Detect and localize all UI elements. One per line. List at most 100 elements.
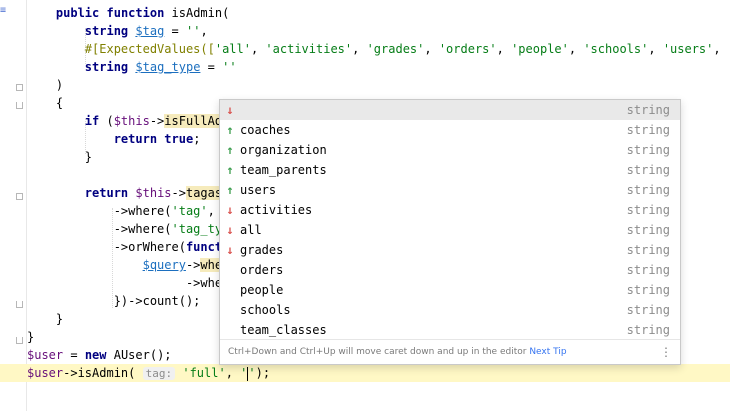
completion-item-type: string <box>626 323 670 337</box>
code-token: , <box>250 42 266 56</box>
code-token: -> <box>185 258 201 272</box>
completion-item-type: string <box>626 183 670 197</box>
arrow-up-icon: ↑ <box>226 123 234 137</box>
code-token: ->orWhere( <box>27 240 186 254</box>
code-token: 'grades' <box>366 42 425 56</box>
code-token: 'all' <box>214 42 251 56</box>
code-line[interactable]: ) <box>0 76 730 94</box>
code-token: '' <box>185 24 201 38</box>
code-token: 'people' <box>511 42 569 56</box>
code-token: string <box>84 24 129 38</box>
completion-item[interactable]: ↓ all string <box>220 220 680 240</box>
code-token: 'schools' <box>583 42 649 56</box>
code-token: $query <box>142 258 186 272</box>
code-text: ->where('tag_ty <box>27 220 222 238</box>
code-text: $user->isAdmin( tag: 'full', ''); <box>27 364 270 383</box>
completion-item-type: string <box>626 243 670 257</box>
code-line[interactable]: $user->isAdmin( tag: 'full', ''); <box>0 364 730 382</box>
code-token: 'full' <box>182 366 226 380</box>
tip-text: Ctrl+Down and Ctrl+Up will move caret do… <box>228 347 567 357</box>
code-text: } <box>27 310 63 328</box>
code-token: $tag_type <box>135 60 201 74</box>
code-text: $user = new AUser(); <box>27 346 172 364</box>
more-menu-icon[interactable]: ⋮ <box>660 340 672 364</box>
arrow-down-icon: ↓ <box>226 203 234 217</box>
code-token: -> <box>149 114 165 128</box>
code-text: ) <box>27 76 63 94</box>
completion-item-type: string <box>626 163 670 177</box>
completion-item[interactable]: ↑ team_parents string <box>220 160 680 180</box>
code-line[interactable]: string $tag_type = '' <box>0 58 730 76</box>
code-token: , <box>225 366 241 380</box>
code-token: return <box>84 186 129 200</box>
code-line[interactable]: string $tag = '', <box>0 22 730 40</box>
completion-item[interactable]: people string <box>220 280 680 300</box>
code-token: 'tag' <box>171 204 208 218</box>
code-token: ->where( <box>27 222 172 236</box>
completion-item[interactable]: orders string <box>220 260 680 280</box>
code-token: $this <box>113 114 150 128</box>
code-token: = <box>164 24 186 38</box>
code-token: { <box>27 96 64 110</box>
completion-item[interactable]: ↑ users string <box>220 180 680 200</box>
completion-item[interactable]: ↑ organization string <box>220 140 680 160</box>
code-token: return <box>113 132 158 146</box>
code-text: return true; <box>27 130 201 148</box>
code-text: ->whe <box>27 274 222 292</box>
completion-item[interactable]: schools string <box>220 300 680 320</box>
arrow-up-icon: ↑ <box>226 143 234 157</box>
completion-item-label: all <box>240 223 262 237</box>
completion-item-type: string <box>626 263 670 277</box>
completion-item-type: string <box>626 103 670 117</box>
code-token: $user <box>27 366 64 380</box>
completion-item[interactable]: ↑ coaches string <box>220 120 680 140</box>
code-token: tagas <box>185 186 223 200</box>
completion-item[interactable]: ↓ activities string <box>220 200 680 220</box>
completion-item-label: orders <box>240 263 284 277</box>
completion-item-label: grades <box>240 243 284 257</box>
completion-item-type: string <box>626 283 670 297</box>
code-token: } <box>27 330 35 344</box>
code-token: ; <box>193 132 201 146</box>
code-text: return $this->tagas <box>27 184 223 202</box>
completion-item[interactable]: team_classes string <box>220 320 680 340</box>
code-token: 'tag_ty <box>171 222 223 236</box>
completion-item-label: activities <box>240 203 313 217</box>
completion-item-type: string <box>626 203 670 217</box>
code-token: string <box>84 60 129 74</box>
completion-item[interactable]: ↓ grades string <box>220 240 680 260</box>
code-token: ->isAdmin( <box>63 366 143 380</box>
completion-item-type: string <box>626 303 670 317</box>
code-token: ' <box>240 366 248 380</box>
completion-list: ↓ string ↑ coaches string ↑ organization string… <box>220 100 680 340</box>
arrow-down-icon: ↓ <box>226 243 234 257</box>
code-text: { <box>27 94 63 112</box>
code-token: isAdmin( <box>164 6 230 20</box>
code-text: } <box>27 148 92 166</box>
code-line[interactable]: #[ExpectedValues(['all', 'activities', '… <box>0 40 730 58</box>
code-text: })->count(); <box>27 292 201 310</box>
completion-item-label: team_classes <box>240 323 327 337</box>
code-token: if <box>84 114 100 128</box>
code-token: , <box>200 24 208 38</box>
code-token: ) <box>27 78 64 92</box>
parameter-hint: tag: <box>142 367 176 380</box>
code-text: if ($this->isFullAd <box>27 112 223 130</box>
code-text: #[ExpectedValues(['all', 'activities', '… <box>27 40 730 58</box>
next-tip-link[interactable]: Next Tip <box>529 347 566 357</box>
code-token: } <box>27 312 64 326</box>
completion-item[interactable]: ↓ string <box>220 100 680 120</box>
arrow-up-icon: ↑ <box>226 183 234 197</box>
code-line[interactable]: public function isAdmin( <box>0 4 730 22</box>
arrow-down-icon: ↓ <box>226 223 234 237</box>
code-token: function <box>106 6 165 20</box>
code-token: ); <box>255 366 271 380</box>
code-text: string $tag = '', <box>27 22 208 40</box>
